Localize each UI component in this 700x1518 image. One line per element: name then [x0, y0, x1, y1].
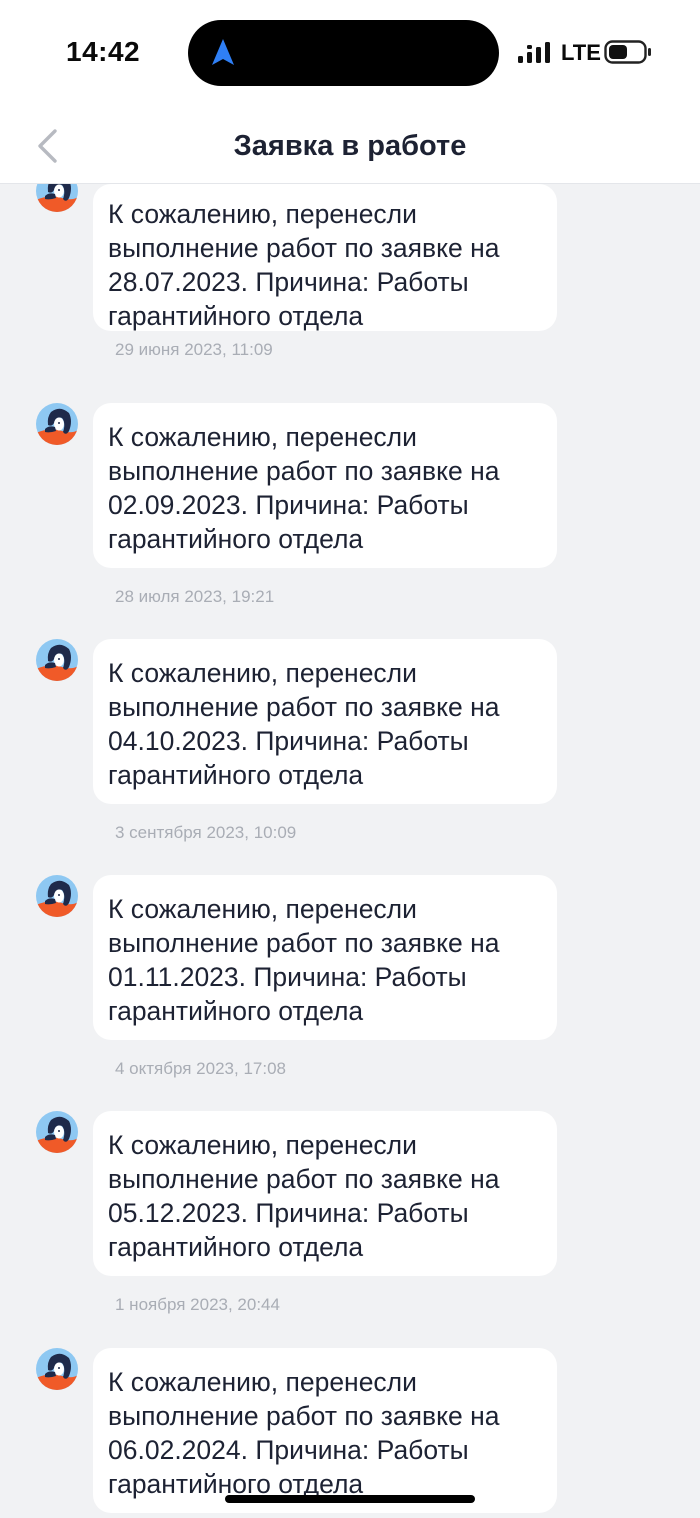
message-timestamp: 3 сентября 2023, 10:09 [115, 823, 297, 842]
message-bubble: К сожалению, перенесли выполнение работ … [93, 1111, 557, 1276]
status-time: 14:42 [66, 36, 141, 67]
home-indicator [225, 1495, 475, 1503]
message-bubble: К сожалению, перенесли выполнение работ … [93, 403, 557, 568]
avatar [36, 1111, 78, 1153]
message-timestamp: 28 июля 2023, 19:21 [115, 587, 275, 606]
message-feed[interactable]: К сожалению, перенесли выполнение работ … [0, 0, 700, 1518]
nav-header: Заявка в работе [0, 104, 700, 184]
signal-icon [518, 42, 550, 63]
location-arrow-icon [212, 39, 234, 65]
message-item: К сожалению, перенесли выполнение работ … [0, 1348, 700, 1518]
message-timestamp: 29 июня 2023, 11:09 [115, 340, 273, 359]
page-title: Заявка в работе [233, 130, 467, 162]
message-item: К сожалению, перенесли выполнение работ … [0, 1111, 700, 1321]
avatar [36, 639, 78, 681]
message-timestamp: 4 октября 2023, 17:08 [115, 1059, 286, 1078]
message-bubble: К сожалению, перенесли выполнение работ … [93, 639, 557, 804]
message-bubble: К сожалению, перенесли выполнение работ … [93, 875, 557, 1040]
message-item: К сожалению, перенесли выполнение работ … [0, 403, 700, 613]
status-bar: 14:42 LTE [0, 0, 700, 104]
chat-screen: К сожалению, перенесли выполнение работ … [0, 0, 700, 1518]
message-timestamp: 1 ноября 2023, 20:44 [115, 1295, 280, 1314]
avatar [36, 875, 78, 917]
message-bubble: К сожалению, перенесли выполнение работ … [93, 1348, 557, 1513]
message-item: К сожалению, перенесли выполнение работ … [0, 639, 700, 849]
message-bubble: К сожалению, перенесли выполнение работ … [93, 184, 557, 331]
avatar [36, 1348, 78, 1390]
network-type: LTE [561, 40, 601, 65]
message-item: К сожалению, перенесли выполнение работ … [0, 170, 700, 380]
avatar [36, 403, 78, 445]
message-item: К сожалению, перенесли выполнение работ … [0, 875, 700, 1085]
battery-icon [604, 40, 651, 64]
